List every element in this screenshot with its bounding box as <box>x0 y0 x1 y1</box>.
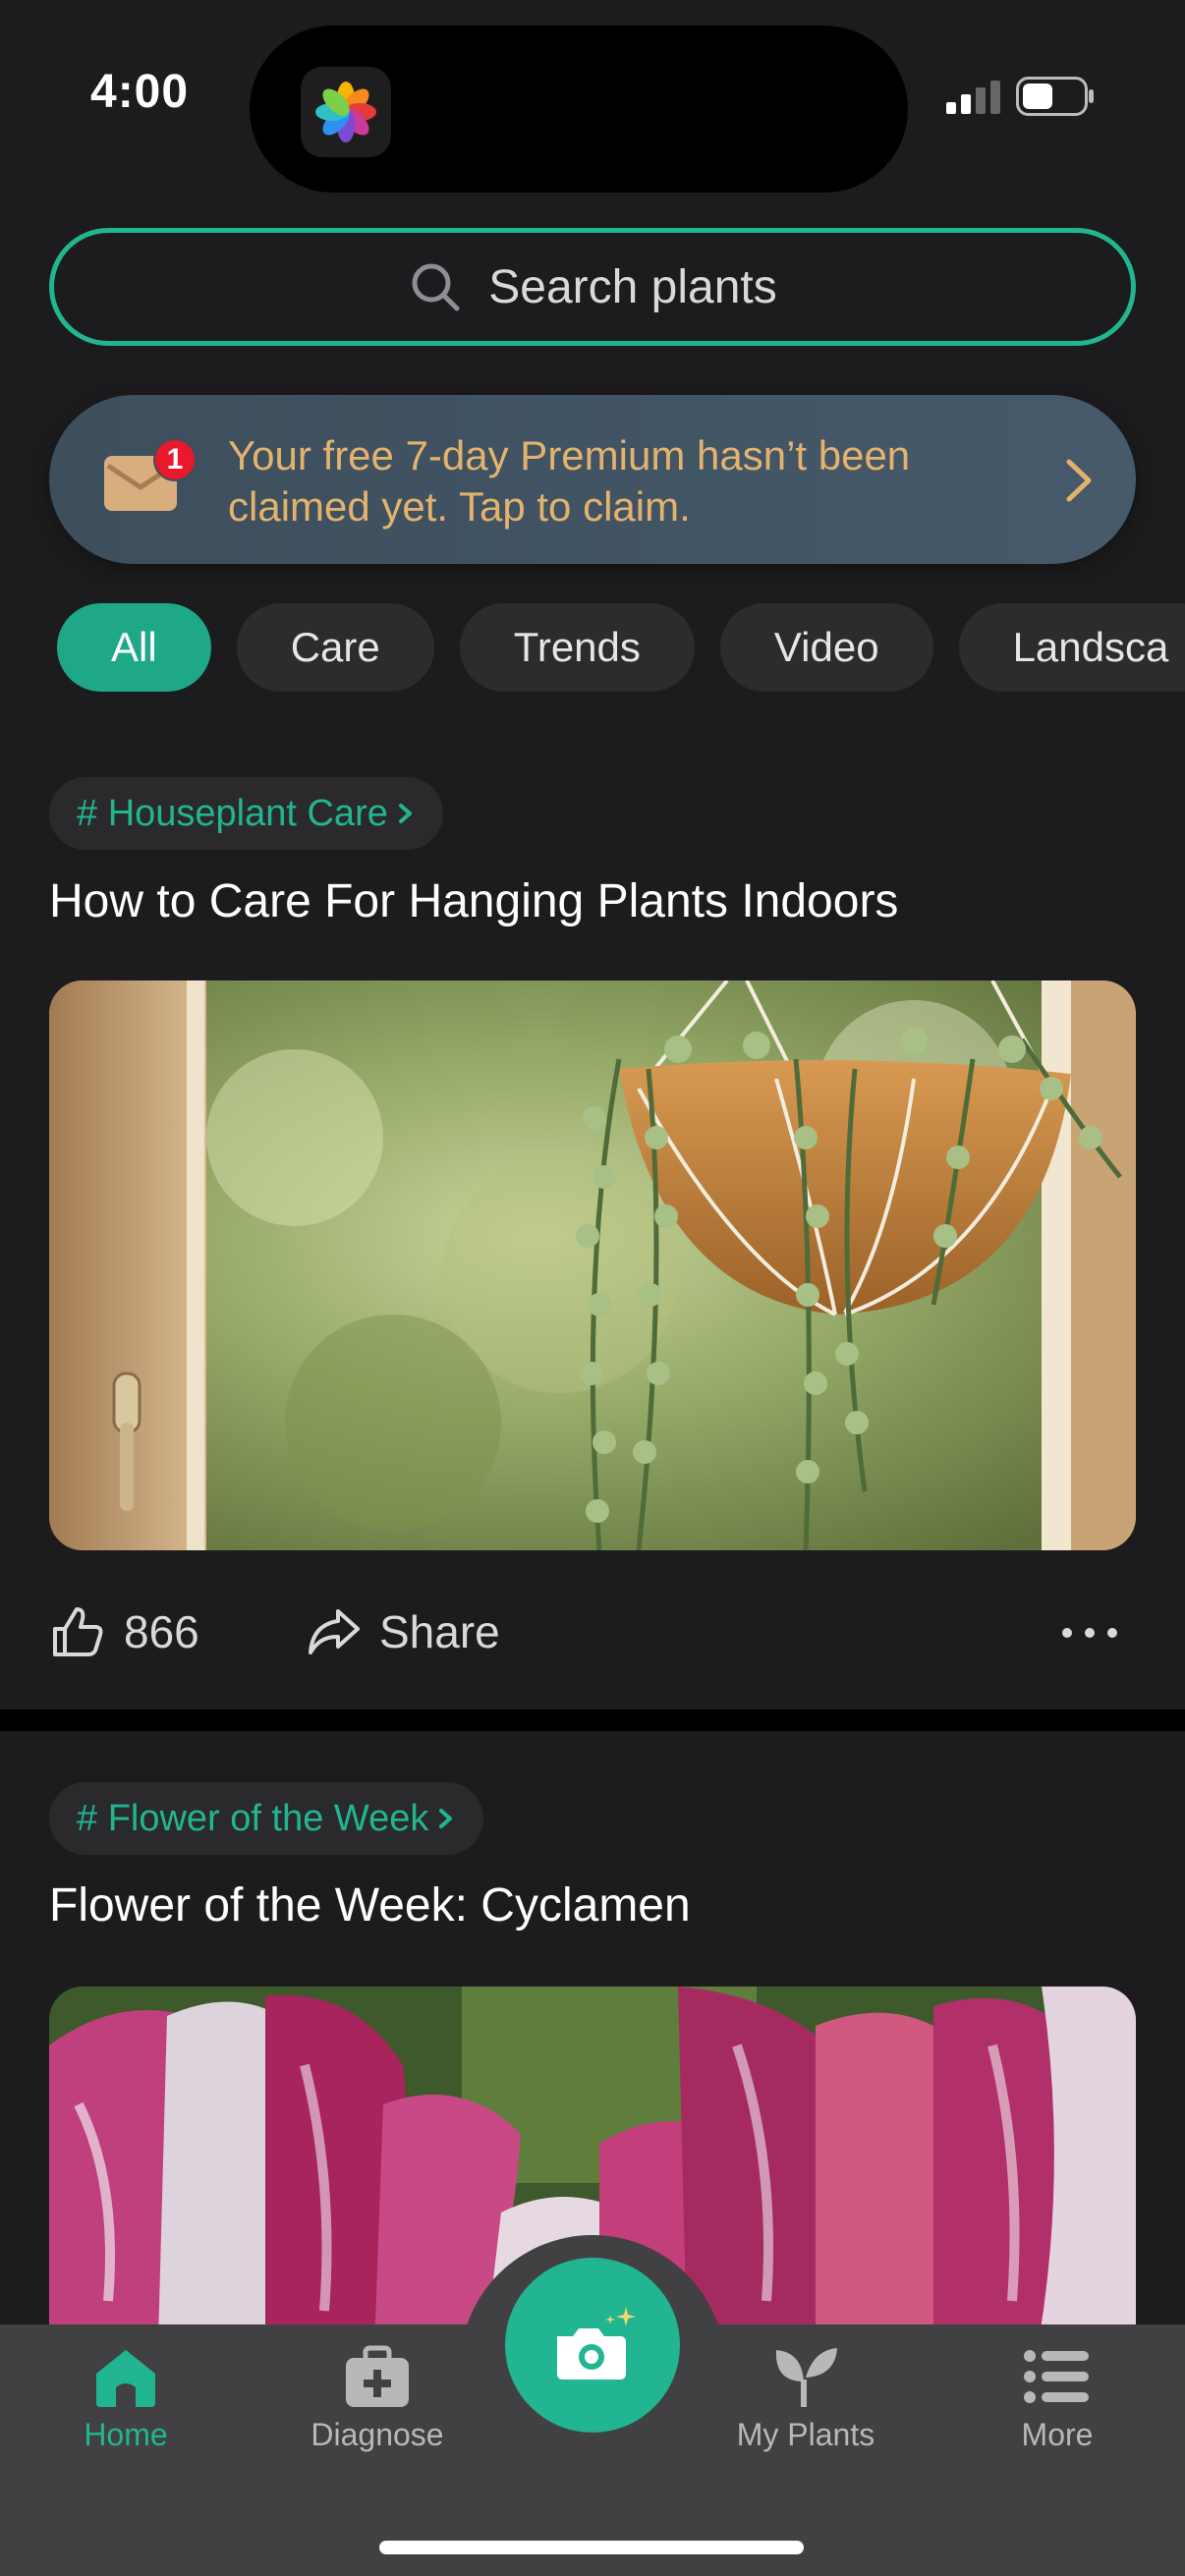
first-aid-kit-icon <box>346 2345 409 2407</box>
notification-badge: 1 <box>153 438 197 481</box>
category-chips: All Care Trends Video Landsca <box>57 603 1185 692</box>
thumbs-up-icon <box>53 1607 103 1656</box>
more-options-icon[interactable] <box>1059 1623 1120 1643</box>
article-title[interactable]: Flower of the Week: Cyclamen <box>49 1878 691 1932</box>
chip-landscape[interactable]: Landsca <box>958 603 1185 692</box>
tab-more-label: More <box>1021 2417 1094 2452</box>
chip-care[interactable]: Care <box>236 603 434 692</box>
article-divider <box>0 1709 1185 1731</box>
search-icon <box>412 263 460 311</box>
cellular-signal-icon <box>946 81 1000 114</box>
chevron-right-icon <box>439 1809 453 1828</box>
like-button[interactable]: 866 <box>49 1603 199 1660</box>
list-icon <box>1024 2350 1089 2403</box>
photos-app-icon <box>301 67 391 157</box>
tab-home[interactable]: Home <box>18 2344 234 2453</box>
tag-label: # Houseplant Care <box>77 792 388 834</box>
camera-scan-button[interactable] <box>505 2258 680 2433</box>
chevron-right-icon <box>398 804 412 823</box>
article-tag-houseplant-care[interactable]: # Houseplant Care <box>49 777 443 850</box>
dynamic-island <box>250 26 908 193</box>
tab-diagnose-label: Diagnose <box>310 2417 444 2452</box>
like-count: 866 <box>124 1606 199 1657</box>
article-tag-flower-of-the-week[interactable]: # Flower of the Week <box>49 1782 484 1855</box>
search-input[interactable]: Search plants <box>49 228 1136 346</box>
chip-trends[interactable]: Trends <box>459 603 695 692</box>
home-indicator <box>379 2541 804 2554</box>
tab-diagnose[interactable]: Diagnose <box>269 2344 485 2453</box>
article-title[interactable]: How to Care For Hanging Plants Indoors <box>49 874 898 928</box>
sprout-icon <box>775 2348 837 2407</box>
tab-more[interactable]: More <box>949 2344 1165 2453</box>
share-icon <box>309 1609 360 1654</box>
home-icon <box>96 2350 155 2407</box>
battery-icon <box>1016 77 1094 116</box>
tag-label: # Flower of the Week <box>77 1797 429 1839</box>
banner-message: Your free 7-day Premium hasn’t been clai… <box>228 432 911 530</box>
chip-all[interactable]: All <box>57 603 211 692</box>
premium-claim-banner[interactable]: 1 Your free 7-day Premium hasn’t been cl… <box>49 395 1136 564</box>
share-button[interactable]: Share <box>305 1603 500 1660</box>
search-placeholder: Search plants <box>488 260 777 313</box>
hanging-plant-image[interactable] <box>49 980 1136 1550</box>
chip-video[interactable]: Video <box>719 603 933 692</box>
chevron-right-icon <box>1066 459 1092 502</box>
share-label: Share <box>379 1606 500 1657</box>
tab-home-label: Home <box>84 2417 168 2452</box>
camera-icon <box>557 2307 636 2380</box>
tab-my-plants[interactable]: My Plants <box>698 2344 914 2453</box>
status-time: 4:00 <box>90 66 190 118</box>
tab-my-plants-label: My Plants <box>736 2417 875 2452</box>
home-screen: 4:00 Search plants 1 Your free 7-day Pre… <box>0 0 1185 2576</box>
